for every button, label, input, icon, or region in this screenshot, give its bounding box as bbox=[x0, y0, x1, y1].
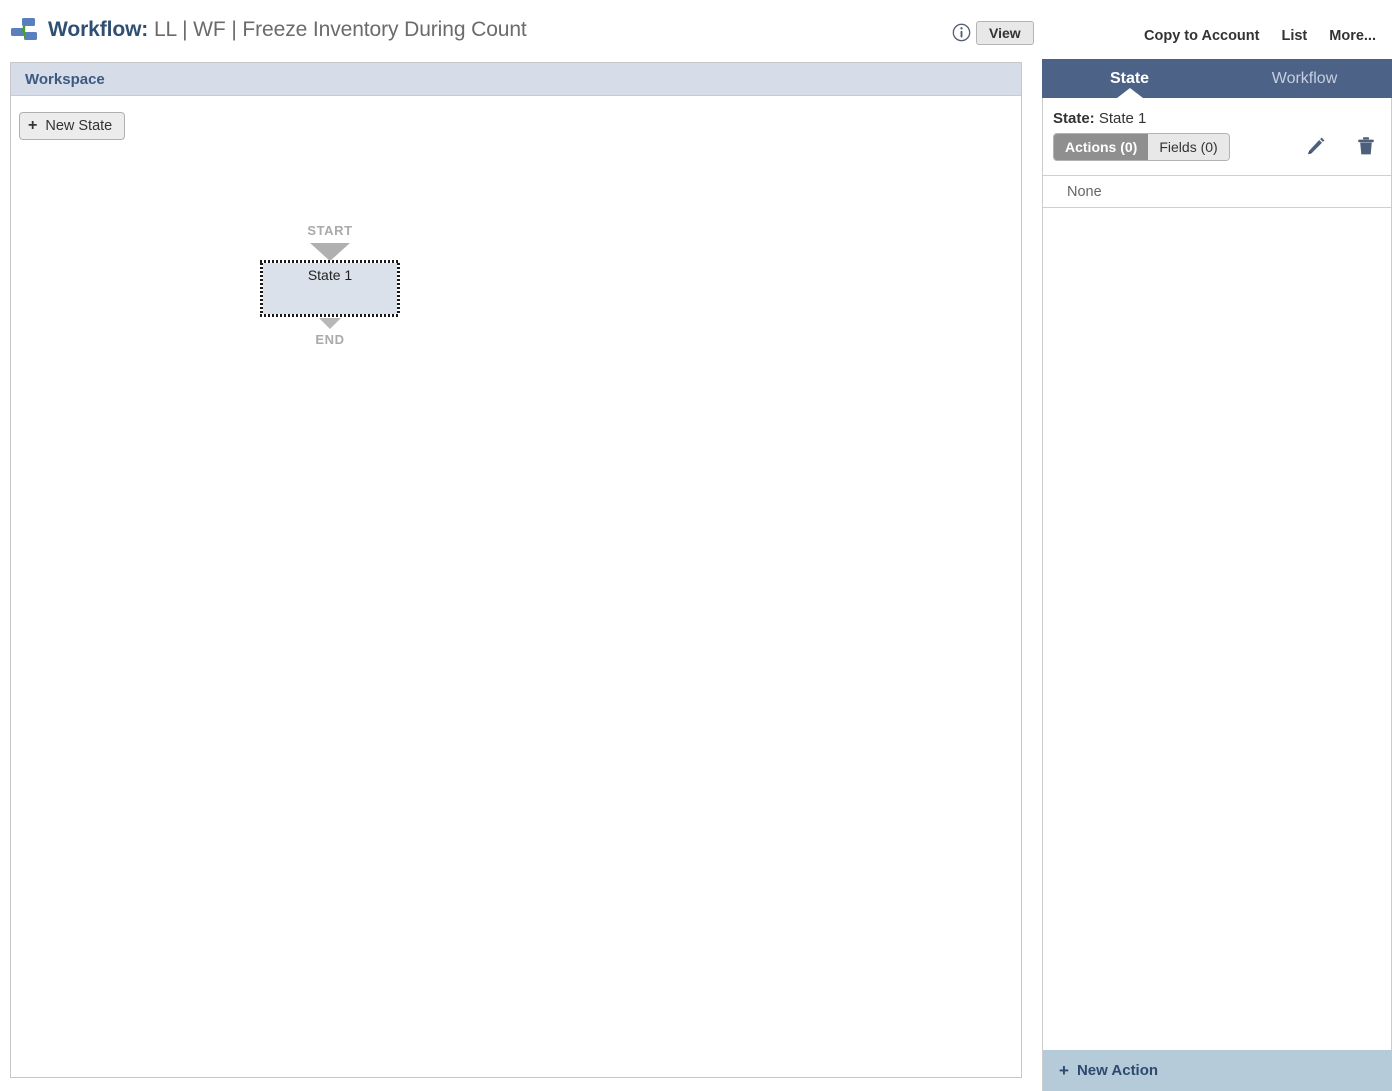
trash-icon[interactable] bbox=[1355, 135, 1377, 157]
top-bar: Workflow: LL | WF | Freeze Inventory Dur… bbox=[0, 0, 1392, 60]
workspace-canvas[interactable]: + New State START State 1 END bbox=[11, 96, 1021, 1077]
page-title-rest: LL | WF | Freeze Inventory During Count bbox=[148, 18, 527, 41]
panel-icon-actions bbox=[1305, 135, 1377, 157]
details-panel: State Workflow State: State 1 Actions (0… bbox=[1042, 59, 1392, 1091]
selected-state-value: State 1 bbox=[1098, 110, 1147, 127]
end-arrow-icon bbox=[319, 318, 341, 329]
plus-icon: + bbox=[1059, 1061, 1069, 1080]
workflow-diagram: START State 1 END bbox=[250, 223, 410, 347]
workspace-header: Workspace bbox=[11, 63, 1021, 96]
actions-list: None bbox=[1043, 175, 1391, 208]
toggle-actions[interactable]: Actions (0) bbox=[1054, 134, 1149, 160]
view-button[interactable]: View bbox=[976, 21, 1034, 45]
new-state-button[interactable]: + New State bbox=[19, 112, 126, 140]
state-node-label: State 1 bbox=[307, 267, 353, 283]
panel-body: State: State 1 Actions (0) Fields (0) No… bbox=[1042, 98, 1392, 1091]
new-action-button[interactable]: + New Action bbox=[1043, 1050, 1392, 1091]
tab-workflow[interactable]: Workflow bbox=[1217, 59, 1392, 98]
active-tab-pointer bbox=[1117, 88, 1143, 98]
more-link[interactable]: More... bbox=[1329, 28, 1376, 44]
actions-fields-toggle: Actions (0) Fields (0) bbox=[1053, 133, 1230, 161]
diagram-start-label: START bbox=[307, 223, 353, 238]
page-title-lead: Workflow: bbox=[48, 18, 149, 41]
start-arrow-icon bbox=[310, 243, 350, 261]
state-node-state-1[interactable]: State 1 bbox=[260, 260, 400, 317]
panel-toolbar: Actions (0) Fields (0) bbox=[1043, 133, 1391, 175]
panel-tab-bar: State Workflow bbox=[1042, 59, 1392, 98]
selected-state-heading: State: State 1 bbox=[1043, 98, 1391, 133]
diagram-end-label: END bbox=[315, 332, 345, 347]
toggle-fields[interactable]: Fields (0) bbox=[1148, 134, 1229, 160]
top-links: Copy to Account List More... bbox=[1144, 28, 1376, 44]
workspace-panel: Workspace + New State START State 1 END bbox=[10, 62, 1022, 1078]
new-action-label: New Action bbox=[1076, 1062, 1159, 1079]
workflow-hierarchy-icon bbox=[11, 18, 37, 40]
list-item[interactable]: None bbox=[1043, 176, 1391, 208]
tab-state-label: State bbox=[1109, 69, 1150, 87]
info-circle-icon[interactable] bbox=[952, 23, 971, 42]
list-link[interactable]: List bbox=[1281, 28, 1307, 44]
list-item-label: None bbox=[1067, 183, 1102, 200]
copy-to-account-link[interactable]: Copy to Account bbox=[1144, 28, 1259, 44]
pencil-icon[interactable] bbox=[1305, 135, 1327, 157]
page-title: Workflow: LL | WF | Freeze Inventory Dur… bbox=[10, 17, 527, 43]
workspace-header-label: Workspace bbox=[25, 70, 105, 88]
selected-state-prefix: State: bbox=[1053, 110, 1095, 127]
plus-icon: + bbox=[28, 117, 38, 134]
new-state-button-label: New State bbox=[45, 118, 113, 134]
tab-workflow-label: Workflow bbox=[1271, 69, 1338, 87]
